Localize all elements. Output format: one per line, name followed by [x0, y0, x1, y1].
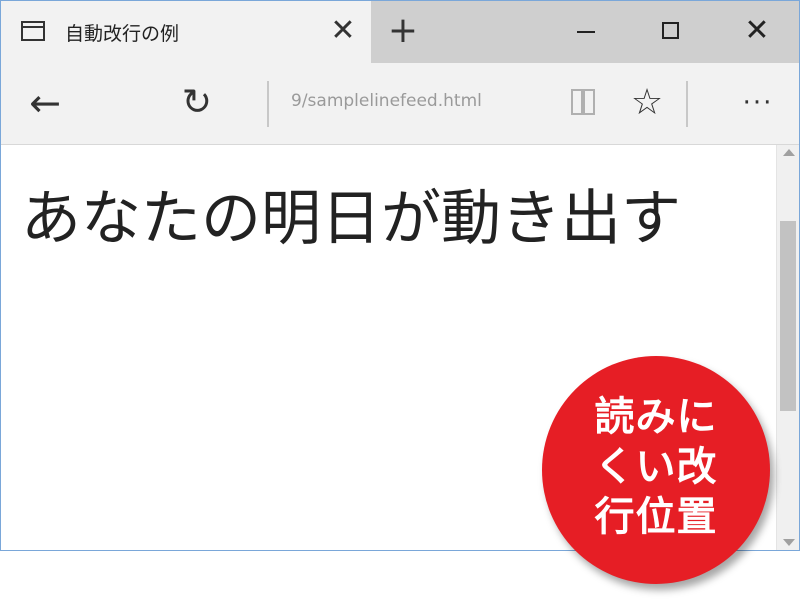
- annotation-badge: 読みに くい改 行位置: [542, 356, 770, 584]
- nav-divider: [267, 81, 269, 127]
- tab-strip: 自動改行の例 ✕ + ✕: [1, 1, 799, 63]
- badge-line-3: 行位置: [594, 494, 718, 540]
- maximize-button[interactable]: [648, 9, 696, 53]
- favorite-star-icon[interactable]: ☆: [627, 81, 667, 125]
- scroll-up-icon[interactable]: [783, 149, 795, 156]
- address-bar[interactable]: 9/samplelinefeed.html: [291, 91, 551, 111]
- badge-line-1: 読みに: [594, 394, 718, 440]
- scroll-thumb[interactable]: [780, 221, 796, 411]
- badge-line-2: くい改: [594, 444, 718, 490]
- page-heading-text: あなたの明日が動き出す: [21, 184, 681, 254]
- tab-close-icon[interactable]: ✕: [327, 13, 359, 49]
- tab-active[interactable]: 自動改行の例 ✕: [1, 1, 371, 63]
- scroll-down-icon[interactable]: [783, 539, 795, 546]
- more-icon[interactable]: ···: [733, 83, 783, 123]
- page-icon: [21, 21, 45, 41]
- badge-text: 読みに くい改 行位置: [542, 392, 770, 542]
- reading-view-icon[interactable]: [569, 87, 599, 121]
- navigation-bar: ← ↻ 9/samplelinefeed.html ☆ ···: [1, 63, 799, 145]
- nav-divider: [686, 81, 688, 127]
- back-icon[interactable]: ←: [25, 83, 65, 123]
- window-close-button[interactable]: ✕: [733, 9, 781, 53]
- vertical-scrollbar[interactable]: [776, 145, 799, 550]
- refresh-icon[interactable]: ↻: [177, 83, 217, 123]
- tab-title: 自動改行の例: [65, 23, 180, 45]
- minimize-button[interactable]: [563, 9, 611, 53]
- new-tab-icon[interactable]: +: [385, 11, 421, 51]
